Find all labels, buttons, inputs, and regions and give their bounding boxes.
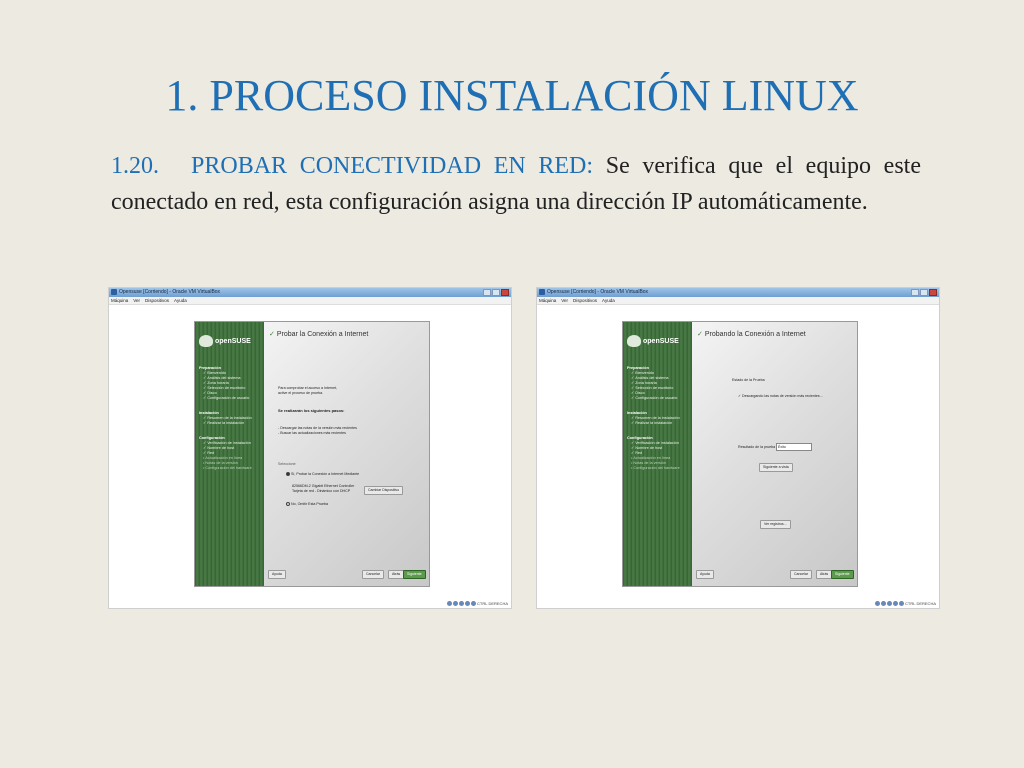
sidebar-item: Configuración del hardware <box>627 466 688 471</box>
sidebar-item: Configuración del hardware <box>199 466 260 471</box>
host-key: CTRL DERECHA <box>905 601 936 606</box>
installer-sidebar: openSUSE Preparación Bienvenido Análisis… <box>623 322 692 586</box>
vm-menu-bar: Máquina Ver Dispositivos Ayuda <box>537 297 939 305</box>
minimize-button[interactable] <box>483 289 491 296</box>
screenshot-probar-conexion: Opensuse [Corriendo] - Oracle VM Virtual… <box>108 287 512 609</box>
wand-icon: ✓ <box>697 331 703 338</box>
back-button[interactable]: Atrás <box>388 570 405 579</box>
cancel-button[interactable]: Cancelar <box>362 570 385 579</box>
sidebar-item: Configuración de usuario <box>199 396 260 401</box>
menu-ayuda[interactable]: Ayuda <box>602 297 615 304</box>
cancel-button[interactable]: Cancelar <box>790 570 813 579</box>
result-label: Resultado de la prueba <box>738 445 776 449</box>
menu-dispositivos[interactable]: Dispositivos <box>145 297 169 304</box>
result-field: Éxito <box>776 443 812 451</box>
brand-name: openSUSE <box>643 337 679 345</box>
installer-title: ✓ Probando la Conexión a Internet <box>697 331 806 338</box>
host-key: CTRL DERECHA <box>477 601 508 606</box>
steps-list: - Descargar las notas de la versión más … <box>278 426 357 435</box>
vm-menu-bar: Máquina Ver Dispositivos Ayuda <box>109 297 511 305</box>
radio-selected-icon[interactable] <box>286 472 290 477</box>
select-label: Seleccione <box>278 462 296 466</box>
view-logs-button[interactable]: Ver registros... <box>760 520 791 529</box>
sidebar-item: Configuración de usuario <box>627 396 688 401</box>
mouse-icon <box>899 601 905 606</box>
sidebar-item: Realizar la instalación <box>199 421 260 426</box>
installer-content: ✓ Probar la Conexión a Internet Para comp… <box>264 322 429 586</box>
option-no[interactable]: No, Omitir Esta Prueba <box>286 502 328 507</box>
section-heading: PROBAR CONECTIVIDAD EN RED: <box>191 153 594 179</box>
screenshot-probando-conexion: Opensuse [Corriendo] - Oracle VM Virtual… <box>536 287 940 609</box>
log-button[interactable]: Siguiente a vista <box>759 463 793 472</box>
virtualbox-icon <box>111 289 117 295</box>
vm-statusbar: CTRL DERECHA <box>447 601 508 606</box>
option-yes[interactable]: Sí, Probar la Conexión a Internet Median… <box>286 472 359 477</box>
close-button[interactable] <box>501 289 509 296</box>
back-button[interactable]: Atrás <box>816 570 833 579</box>
cd-icon <box>453 601 459 606</box>
vm-statusbar: CTRL DERECHA <box>875 601 936 606</box>
help-button[interactable]: Ayuda <box>696 570 714 579</box>
installer-window: openSUSE Preparación Bienvenido Análisis… <box>622 321 858 587</box>
vm-window-titlebar: Opensuse [Corriendo] - Oracle VM Virtual… <box>537 288 939 297</box>
menu-ayuda[interactable]: Ayuda <box>174 297 187 304</box>
intro-text: Para comprobar el acceso a Internet, act… <box>278 386 338 395</box>
maximize-button[interactable] <box>492 289 500 296</box>
cd-icon <box>881 601 887 606</box>
close-button[interactable] <box>929 289 937 296</box>
usb-icon <box>887 601 893 606</box>
status-heading: Estado de la Prueba <box>732 378 765 382</box>
maximize-button[interactable] <box>920 289 928 296</box>
network-icon <box>893 601 899 606</box>
installer-sidebar: openSUSE Preparación Bienvenido Análisis… <box>195 322 264 586</box>
next-button[interactable]: Siguiente <box>831 570 854 579</box>
minimize-button[interactable] <box>911 289 919 296</box>
installer-window: openSUSE Preparación Bienvenido Análisis… <box>194 321 430 587</box>
radio-unselected-icon[interactable] <box>286 502 290 507</box>
wand-icon: ✓ <box>269 331 275 338</box>
section-number: 1.20. <box>111 153 159 179</box>
hdd-icon <box>875 601 881 606</box>
device-info: 82566DM-2 Gigabit Ethernet Controller Ta… <box>292 484 355 493</box>
menu-maquina[interactable]: Máquina <box>111 297 128 304</box>
sidebar-item: Realizar la instalación <box>627 421 688 426</box>
next-button[interactable]: Siguiente <box>403 570 426 579</box>
menu-dispositivos[interactable]: Dispositivos <box>573 297 597 304</box>
usb-icon <box>459 601 465 606</box>
help-button[interactable]: Ayuda <box>268 570 286 579</box>
steps-heading: Se realizarán los siguientes pasos: <box>278 408 345 413</box>
virtualbox-icon <box>539 289 545 295</box>
chameleon-icon <box>627 335 641 347</box>
menu-maquina[interactable]: Máquina <box>539 297 556 304</box>
opensuse-logo: openSUSE <box>627 330 688 352</box>
hdd-icon <box>447 601 453 606</box>
brand-name: openSUSE <box>215 337 251 345</box>
vm-window-title: Opensuse [Corriendo] - Oracle VM Virtual… <box>547 289 649 295</box>
status-step: ✓ Descargando las notas de versión más r… <box>738 394 823 398</box>
mouse-icon <box>471 601 477 606</box>
network-icon <box>465 601 471 606</box>
slide-description: 1.20. PROBAR CONECTIVIDAD EN RED: Se veri… <box>111 148 921 220</box>
opensuse-logo: openSUSE <box>199 330 260 352</box>
vm-window-title: Opensuse [Corriendo] - Oracle VM Virtual… <box>119 289 221 295</box>
chameleon-icon <box>199 335 213 347</box>
vm-screen: openSUSE Preparación Bienvenido Análisis… <box>538 306 939 594</box>
slide-title: 1. PROCESO INSTALACIÓN LINUX <box>165 71 859 120</box>
change-device-button[interactable]: Cambiar Dispositivo <box>364 486 404 495</box>
menu-ver[interactable]: Ver <box>561 297 568 304</box>
vm-window-titlebar: Opensuse [Corriendo] - Oracle VM Virtual… <box>109 288 511 297</box>
installer-title: ✓ Probar la Conexión a Internet <box>269 331 369 338</box>
menu-ver[interactable]: Ver <box>133 297 140 304</box>
installer-content: ✓ Probando la Conexión a Internet Estado … <box>692 322 857 586</box>
vm-screen: openSUSE Preparación Bienvenido Análisis… <box>110 306 511 594</box>
